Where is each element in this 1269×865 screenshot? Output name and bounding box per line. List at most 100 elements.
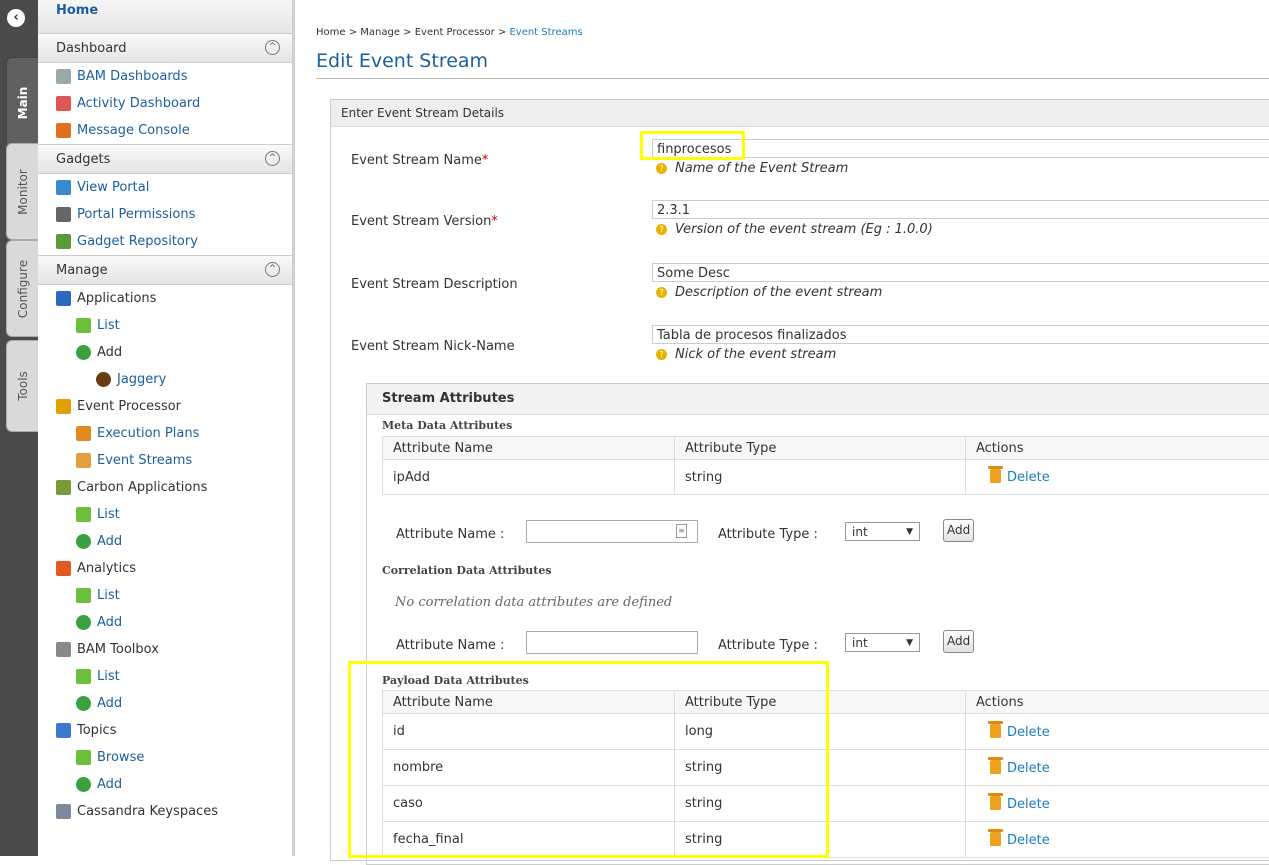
sidebar-item-label: Carbon Applications xyxy=(77,474,207,501)
sidebar-home-link[interactable]: Home xyxy=(38,0,292,33)
event-stream-description-input[interactable]: Some Desc xyxy=(652,263,1269,282)
sidebar-item[interactable]: Applications xyxy=(38,285,292,312)
field-help-text: Name of the Event Stream xyxy=(675,161,848,176)
sidebar-section-header[interactable]: Dashboard^ xyxy=(38,33,292,63)
add-icon xyxy=(76,777,91,792)
sidebar-section-header[interactable]: Gadgets ^ xyxy=(38,144,292,174)
sidebar-item[interactable]: Add xyxy=(38,528,292,555)
sidebar-item[interactable]: List xyxy=(38,663,292,690)
sidebar-item[interactable]: Carbon Applications xyxy=(38,474,292,501)
correlation-add-button[interactable]: Add xyxy=(943,630,974,653)
delete-label: Delete xyxy=(1007,470,1050,485)
field-help: ?Description of the event stream xyxy=(652,285,882,300)
event-stream-nickname-input[interactable]: Tabla de procesos finalizados xyxy=(652,325,1269,344)
sidebar-item[interactable]: Add xyxy=(38,690,292,717)
breadcrumb-current[interactable]: Event Streams xyxy=(509,27,582,38)
sidebar-item[interactable]: List xyxy=(38,501,292,528)
topics-icon xyxy=(56,723,71,738)
meta-attribute-name-input[interactable]: ≡ xyxy=(526,520,698,543)
sidebar-item[interactable]: Analytics xyxy=(38,555,292,582)
sidebar-item[interactable]: BAM Dashboards xyxy=(38,63,292,90)
tab-configure[interactable]: Configure xyxy=(6,240,39,337)
collapse-section-icon[interactable]: ^ xyxy=(265,151,280,166)
field-label: Event Stream Version* xyxy=(351,214,498,229)
delete-attribute-button[interactable]: Delete xyxy=(990,833,1050,848)
delete-attribute-button[interactable]: Delete xyxy=(990,725,1050,740)
actions-cell: Delete xyxy=(966,822,1269,858)
help-icon: ? xyxy=(656,163,667,174)
sidebar-item[interactable]: Activity Dashboard xyxy=(38,90,292,117)
sidebar-item[interactable]: Execution Plans xyxy=(38,420,292,447)
sidebar-item-label: Add xyxy=(97,690,122,717)
select-value: int xyxy=(852,636,868,650)
meta-add-button[interactable]: Add xyxy=(943,519,974,542)
delete-label: Delete xyxy=(1007,725,1050,740)
sidebar-item-label: List xyxy=(97,663,120,690)
sidebar-item-label: Add xyxy=(97,609,122,636)
sidebar-item[interactable]: Message Console xyxy=(38,117,292,144)
sidebar: Home Dashboard^BAM DashboardsActivity Da… xyxy=(38,0,295,856)
column-header: Actions xyxy=(966,437,1269,460)
event-stream-version-input[interactable]: 2.3.1 xyxy=(652,200,1269,219)
sidebar-item[interactable]: View Portal xyxy=(38,174,292,201)
list-icon xyxy=(76,588,91,603)
event-processor-icon xyxy=(56,399,71,414)
stream-attributes-title: Stream Attributes xyxy=(367,384,1269,415)
delete-label: Delete xyxy=(1007,761,1050,776)
sidebar-item[interactable]: Event Processor xyxy=(38,393,292,420)
sidebar-item[interactable]: Add xyxy=(38,339,292,366)
sidebar-section-title: Gadgets xyxy=(56,152,110,167)
sidebar-item[interactable]: Cassandra Keyspaces xyxy=(38,798,292,825)
console-icon xyxy=(56,123,71,138)
vertical-tab-strip: ‹ Main Monitor Configure Tools xyxy=(0,0,38,856)
sidebar-item[interactable]: Browse xyxy=(38,744,292,771)
sidebar-item[interactable]: Jaggery xyxy=(38,366,292,393)
tab-main[interactable]: Main xyxy=(6,57,39,149)
tab-tools[interactable]: Tools xyxy=(6,340,39,432)
correlation-attribute-name-input[interactable] xyxy=(526,631,698,654)
field-label-text: Event Stream Name xyxy=(351,153,482,168)
sidebar-item[interactable]: Add xyxy=(38,771,292,798)
sidebar-item[interactable]: List xyxy=(38,582,292,609)
jaggery-icon xyxy=(96,372,111,387)
sidebar-item[interactable]: Topics xyxy=(38,717,292,744)
sidebar-item[interactable]: BAM Toolbox xyxy=(38,636,292,663)
meta-attribute-type-select[interactable]: int▼ xyxy=(845,522,920,541)
list-icon xyxy=(76,507,91,522)
input-helper-icon: ≡ xyxy=(676,524,687,538)
main-content: Home > Manage > Event Processor > Event … xyxy=(313,0,1269,856)
delete-label: Delete xyxy=(1007,833,1050,848)
breadcrumb-path[interactable]: Home > Manage > Event Processor > xyxy=(316,27,509,38)
sidebar-item[interactable]: List xyxy=(38,312,292,339)
permissions-icon xyxy=(56,207,71,222)
sidebar-item-label: Analytics xyxy=(77,555,136,582)
sidebar-item[interactable]: Portal Permissions xyxy=(38,201,292,228)
sidebar-item-label: Applications xyxy=(77,285,156,312)
delete-attribute-button[interactable]: Delete xyxy=(990,470,1050,485)
page-title: Edit Event Stream xyxy=(316,50,488,72)
add-icon xyxy=(76,345,91,360)
highlight-payload-attributes xyxy=(348,661,829,858)
list-icon xyxy=(76,750,91,765)
add-icon xyxy=(76,534,91,549)
sidebar-item[interactable]: Gadget Repository xyxy=(38,228,292,255)
sidebar-section-title: Manage xyxy=(56,263,108,278)
collapse-section-icon[interactable]: ^ xyxy=(265,40,280,55)
sidebar-item[interactable]: Event Streams xyxy=(38,447,292,474)
sidebar-item[interactable]: Add xyxy=(38,609,292,636)
attribute-type-cell: string xyxy=(675,460,966,495)
field-help-text: Description of the event stream xyxy=(675,285,882,300)
delete-attribute-button[interactable]: Delete xyxy=(990,797,1050,812)
tab-monitor[interactable]: Monitor xyxy=(6,143,39,240)
actions-cell: Delete xyxy=(966,750,1269,786)
correlation-attribute-type-select[interactable]: int▼ xyxy=(845,633,920,652)
delete-attribute-button[interactable]: Delete xyxy=(990,761,1050,776)
collapse-section-icon[interactable]: ^ xyxy=(265,262,280,277)
actions-cell: Delete xyxy=(966,460,1269,495)
field-label: Event Stream Nick-Name xyxy=(351,339,515,354)
help-icon: ? xyxy=(656,349,667,360)
trash-icon xyxy=(990,724,1001,738)
sidebar-section-header[interactable]: Manage ^ xyxy=(38,255,292,285)
add-attribute-type-label: Attribute Type : xyxy=(718,638,818,653)
collapse-menu-icon[interactable]: ‹ xyxy=(7,9,25,27)
